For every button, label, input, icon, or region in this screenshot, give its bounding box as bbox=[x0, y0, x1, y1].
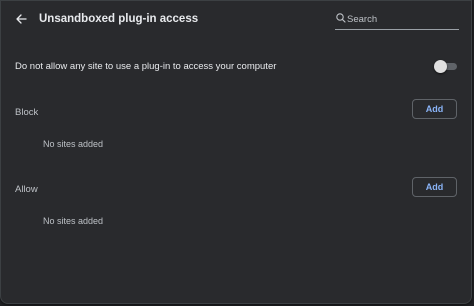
plugin-access-setting-row: Do not allow any site to use a plug-in t… bbox=[1, 51, 471, 81]
allow-empty-text: No sites added bbox=[43, 216, 104, 226]
page-header: Unsandboxed plug-in access bbox=[1, 1, 471, 39]
search-input[interactable] bbox=[347, 11, 457, 27]
settings-card: Unsandboxed plug-in access Do not allow … bbox=[0, 0, 472, 304]
plugin-access-toggle[interactable] bbox=[434, 60, 458, 74]
block-add-button[interactable]: Add bbox=[412, 99, 457, 119]
toggle-knob bbox=[434, 60, 447, 73]
block-empty-text: No sites added bbox=[43, 139, 104, 149]
block-section-title: Block bbox=[15, 107, 39, 118]
settings-page: Unsandboxed plug-in access Do not allow … bbox=[0, 0, 474, 306]
search-field[interactable] bbox=[335, 11, 459, 30]
back-button[interactable] bbox=[10, 8, 32, 30]
plugin-access-setting-label: Do not allow any site to use a plug-in t… bbox=[15, 61, 277, 72]
page-title: Unsandboxed plug-in access bbox=[39, 13, 199, 25]
allow-add-button[interactable]: Add bbox=[412, 177, 457, 197]
arrow-left-icon bbox=[16, 14, 27, 24]
allow-section-title: Allow bbox=[15, 184, 38, 195]
search-icon bbox=[336, 13, 346, 23]
